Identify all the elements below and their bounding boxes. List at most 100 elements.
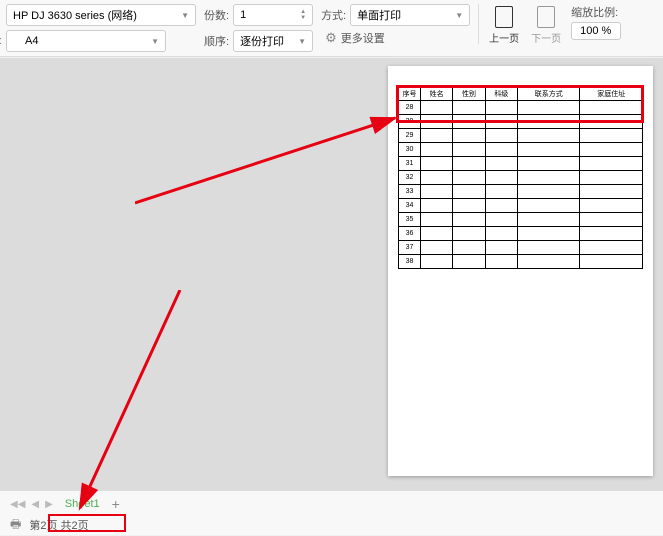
empty-cell [517, 171, 580, 185]
empty-cell [453, 171, 485, 185]
table-row: 33 [399, 185, 643, 199]
empty-cell [453, 227, 485, 241]
row-id-cell: 29 [399, 129, 421, 143]
page-icon [537, 6, 555, 28]
row-id-cell: 38 [399, 255, 421, 269]
sheet-tab[interactable]: Sheet1 [59, 496, 106, 512]
status-bar: 🖶 第2页 共2页 [0, 515, 663, 535]
row-id-cell: 29 [399, 115, 421, 129]
tab-nav-prev-icon[interactable]: ◀ [31, 499, 39, 510]
page-status: 第2页 共2页 [29, 517, 88, 533]
empty-cell [421, 241, 453, 255]
tab-nav-first-icon[interactable]: ◀◀ [10, 499, 25, 510]
page-icon [495, 6, 513, 28]
copies-label: 份数: [204, 7, 229, 23]
page-preview: 序号 姓名 性别 科级 联系方式 家庭住址 282929303132333435… [388, 66, 653, 476]
row-id-cell: 31 [399, 157, 421, 171]
empty-cell [580, 157, 643, 171]
empty-cell [517, 115, 580, 129]
empty-cell [421, 157, 453, 171]
empty-cell [517, 157, 580, 171]
more-settings-label: 更多设置 [341, 30, 385, 46]
printer-value: HP DJ 3630 series (网络) [13, 7, 137, 23]
empty-cell [421, 199, 453, 213]
order-label: 顺序: [204, 33, 229, 49]
empty-cell [421, 227, 453, 241]
table-row: 37 [399, 241, 643, 255]
separator [478, 4, 479, 44]
table-row: 31 [399, 157, 643, 171]
tab-nav-next-icon[interactable]: ▶ [45, 499, 53, 510]
method-select[interactable]: 单面打印 ▼ [350, 4, 470, 26]
chevron-down-icon: ▼ [455, 11, 463, 20]
th-4: 联系方式 [517, 87, 580, 101]
table-row: 36 [399, 227, 643, 241]
printer-select[interactable]: HP DJ 3630 series (网络) ▼ [6, 4, 196, 26]
copies-value: 1 [240, 9, 246, 21]
empty-cell [517, 185, 580, 199]
empty-cell [517, 129, 580, 143]
copies-input[interactable]: 1 ▲▼ [233, 4, 313, 26]
empty-cell [485, 199, 517, 213]
paper-select[interactable]: A4 ▼ [6, 30, 166, 52]
table-row: 28 [399, 101, 643, 115]
table-row: 29 [399, 115, 643, 129]
order-select[interactable]: 逐份打印 ▼ [233, 30, 313, 52]
empty-cell [485, 143, 517, 157]
method-value: 单面打印 [357, 7, 401, 23]
empty-cell [485, 115, 517, 129]
row-id-cell: 35 [399, 213, 421, 227]
row-id-cell: 37 [399, 241, 421, 255]
paper-value: A4 [25, 35, 38, 47]
empty-cell [453, 199, 485, 213]
order-value: 逐份打印 [240, 33, 284, 49]
empty-cell [485, 213, 517, 227]
print-icon: 🖶 [10, 515, 21, 536]
table-row: 30 [399, 143, 643, 157]
empty-cell [517, 227, 580, 241]
empty-cell [580, 115, 643, 129]
table-row: 35 [399, 213, 643, 227]
empty-cell [485, 129, 517, 143]
prev-page-button[interactable]: 上一页 [487, 4, 521, 47]
bottom-bar: ◀◀ ◀ ▶ Sheet1 + 🖶 第2页 共2页 [0, 490, 663, 535]
empty-cell [485, 101, 517, 115]
chevron-down-icon: ▼ [181, 11, 189, 20]
table-row: 38 [399, 255, 643, 269]
sheet-tabs: ◀◀ ◀ ▶ Sheet1 + [0, 491, 663, 515]
empty-cell [517, 199, 580, 213]
zoom-label: 缩放比例: [571, 4, 621, 20]
prev-page-label: 上一页 [489, 30, 519, 45]
table-header-row: 序号 姓名 性别 科级 联系方式 家庭住址 [399, 87, 643, 101]
row-id-cell: 32 [399, 171, 421, 185]
empty-cell [517, 213, 580, 227]
row-id-cell: 30 [399, 143, 421, 157]
empty-cell [580, 255, 643, 269]
empty-cell [453, 185, 485, 199]
add-sheet-button[interactable]: + [112, 496, 120, 512]
spinner-arrows-icon: ▲▼ [300, 9, 306, 21]
empty-cell [453, 255, 485, 269]
row-id-cell: 33 [399, 185, 421, 199]
empty-cell [580, 101, 643, 115]
empty-cell [485, 171, 517, 185]
empty-cell [421, 115, 453, 129]
empty-cell [453, 213, 485, 227]
empty-cell [580, 129, 643, 143]
empty-cell [517, 241, 580, 255]
th-1: 姓名 [421, 87, 453, 101]
empty-cell [421, 171, 453, 185]
zoom-input[interactable]: 100 % [571, 22, 621, 40]
next-page-button[interactable]: 下一页 [529, 4, 563, 47]
empty-cell [485, 185, 517, 199]
empty-cell [421, 213, 453, 227]
more-settings-button[interactable]: 更多设置 [325, 30, 385, 46]
empty-cell [421, 101, 453, 115]
empty-cell [421, 143, 453, 157]
empty-cell [580, 213, 643, 227]
empty-cell [421, 255, 453, 269]
empty-cell [421, 129, 453, 143]
row-id-cell: 34 [399, 199, 421, 213]
empty-cell [485, 255, 517, 269]
empty-cell [580, 185, 643, 199]
